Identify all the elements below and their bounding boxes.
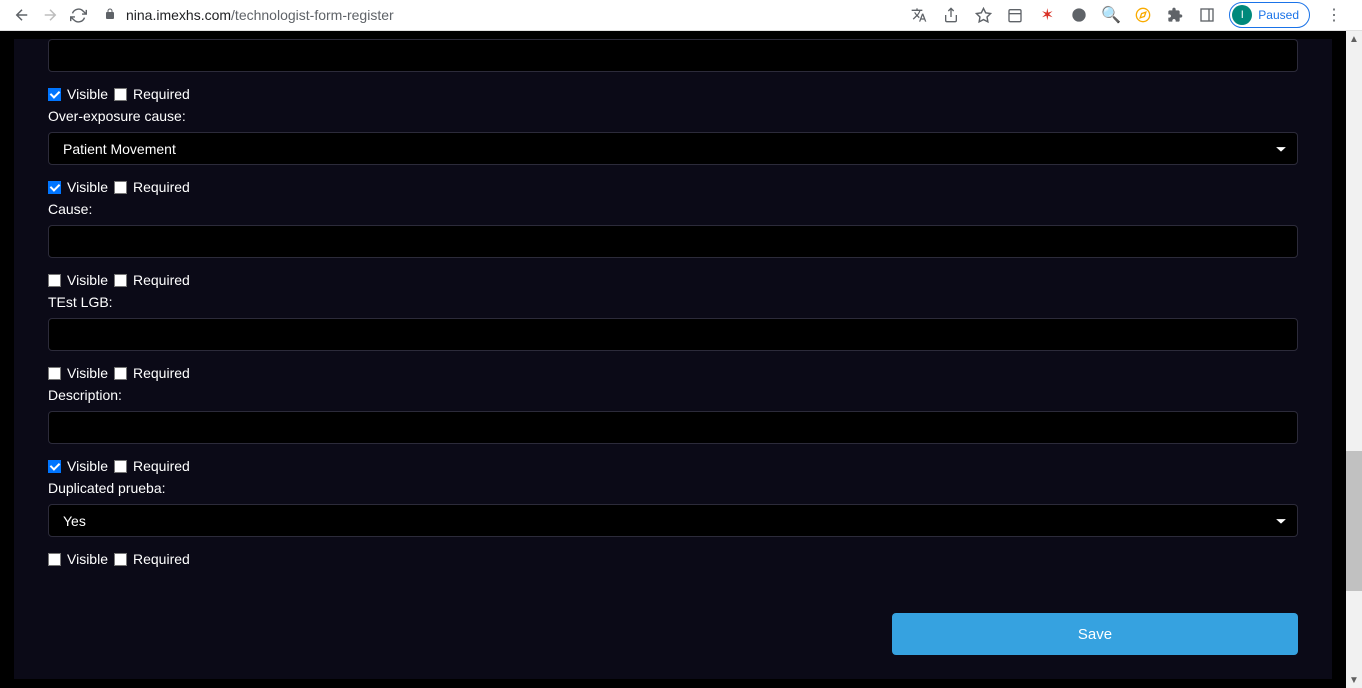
browser-menu-icon[interactable]: ⋮ xyxy=(1322,5,1346,25)
visible-label: Visible xyxy=(67,86,108,102)
visible-checkbox[interactable] xyxy=(48,553,61,566)
checkbox-row: Visible Required xyxy=(48,551,1298,567)
visible-checkbox[interactable] xyxy=(48,274,61,287)
form-group-cause: Visible Required Cause: xyxy=(48,179,1298,258)
reload-button[interactable] xyxy=(64,1,92,29)
browser-toolbar: nina.imexhs.com/technologist-form-regist… xyxy=(0,0,1362,31)
ext1-icon[interactable]: ✶ xyxy=(1037,5,1057,25)
visible-label: Visible xyxy=(67,458,108,474)
required-label: Required xyxy=(133,86,190,102)
field-label: TEst LGB: xyxy=(48,294,1298,310)
visible-label: Visible xyxy=(67,179,108,195)
profile-status: Paused xyxy=(1258,8,1299,22)
test-lgb-input[interactable] xyxy=(48,318,1298,351)
required-checkbox[interactable] xyxy=(114,553,127,566)
forward-button[interactable] xyxy=(36,1,64,29)
required-label: Required xyxy=(133,179,190,195)
required-checkbox[interactable] xyxy=(114,181,127,194)
page-content: Visible Required Over-exposure cause: Pa… xyxy=(0,31,1362,688)
form-group-duplicated: Visible Required Duplicated prueba: Yes xyxy=(48,458,1298,537)
visible-checkbox[interactable] xyxy=(48,367,61,380)
required-label: Required xyxy=(133,458,190,474)
checkbox-row: Visible Required xyxy=(48,179,1298,195)
avatar: I xyxy=(1232,5,1252,25)
form-panel: Visible Required Over-exposure cause: Pa… xyxy=(14,39,1332,679)
url-domain: nina.imexhs.com xyxy=(126,7,231,23)
globe-icon[interactable] xyxy=(1069,5,1089,25)
profile-badge[interactable]: I Paused xyxy=(1229,2,1310,28)
scroll-up-icon[interactable]: ▲ xyxy=(1346,31,1362,47)
translate-icon[interactable] xyxy=(909,5,929,25)
required-checkbox[interactable] xyxy=(114,274,127,287)
required-checkbox[interactable] xyxy=(114,367,127,380)
save-button[interactable]: Save xyxy=(892,613,1298,655)
back-button[interactable] xyxy=(8,1,36,29)
panel-icon[interactable] xyxy=(1197,5,1217,25)
visible-label: Visible xyxy=(67,551,108,567)
checkbox-row: Visible Required xyxy=(48,458,1298,474)
visible-label: Visible xyxy=(67,272,108,288)
search-ext-icon[interactable]: 🔍 xyxy=(1101,5,1121,25)
lock-icon xyxy=(104,8,116,23)
url-path: /technologist-form-register xyxy=(231,7,394,23)
required-label: Required xyxy=(133,365,190,381)
address-bar[interactable]: nina.imexhs.com/technologist-form-regist… xyxy=(104,7,909,23)
calendar-icon[interactable] xyxy=(1005,5,1025,25)
puzzle-icon[interactable] xyxy=(1165,5,1185,25)
duplicated-select[interactable]: Yes xyxy=(48,504,1298,537)
field-label: Description: xyxy=(48,387,1298,403)
required-checkbox[interactable] xyxy=(114,460,127,473)
field-label: Duplicated prueba: xyxy=(48,480,1298,496)
share-icon[interactable] xyxy=(941,5,961,25)
description-input[interactable] xyxy=(48,411,1298,444)
cause-input[interactable] xyxy=(48,225,1298,258)
visible-checkbox[interactable] xyxy=(48,88,61,101)
form-group-last: Visible Required xyxy=(48,551,1298,567)
compass-icon[interactable] xyxy=(1133,5,1153,25)
form-group-test-lgb: Visible Required TEst LGB: xyxy=(48,272,1298,351)
visible-checkbox[interactable] xyxy=(48,181,61,194)
star-icon[interactable] xyxy=(973,5,993,25)
checkbox-row: Visible Required xyxy=(48,86,1298,102)
form-group-description: Visible Required Description: xyxy=(48,365,1298,444)
extension-icons: ✶ 🔍 I Paused ⋮ xyxy=(909,2,1346,28)
scrollbar[interactable]: ▲ ▼ xyxy=(1346,31,1362,688)
checkbox-row: Visible Required xyxy=(48,365,1298,381)
visible-checkbox[interactable] xyxy=(48,460,61,473)
checkbox-row: Visible Required xyxy=(48,272,1298,288)
form-group-over-exposure: Visible Required Over-exposure cause: Pa… xyxy=(48,86,1298,165)
field-label: Cause: xyxy=(48,201,1298,217)
required-label: Required xyxy=(133,551,190,567)
previous-field-input[interactable] xyxy=(48,39,1298,72)
required-checkbox[interactable] xyxy=(114,88,127,101)
visible-label: Visible xyxy=(67,365,108,381)
required-label: Required xyxy=(133,272,190,288)
field-label: Over-exposure cause: xyxy=(48,108,1298,124)
over-exposure-select[interactable]: Patient Movement xyxy=(48,132,1298,165)
scroll-down-icon[interactable]: ▼ xyxy=(1346,672,1362,688)
scroll-thumb[interactable] xyxy=(1346,451,1362,591)
